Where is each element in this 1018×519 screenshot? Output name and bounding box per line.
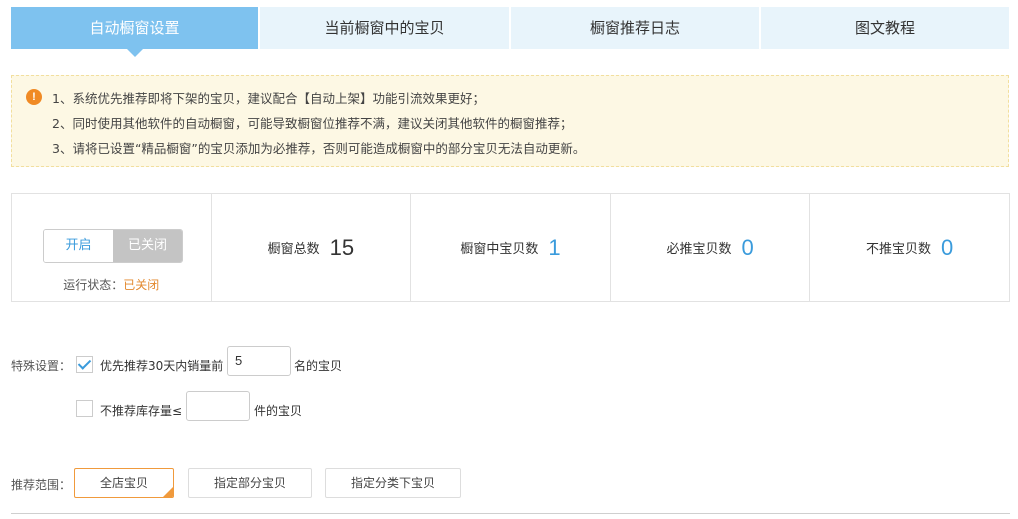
prioritize-sales-suffix: 名的宝贝	[294, 359, 343, 373]
tab-window-log[interactable]: 橱窗推荐日志	[511, 7, 759, 49]
tab-bar: 自动橱窗设置 当前橱窗中的宝贝 橱窗推荐日志 图文教程	[11, 7, 1009, 57]
exclude-low-stock-prefix: 不推荐库存量≤	[100, 404, 183, 418]
on-off-toggle[interactable]: 开启 已关闭	[43, 229, 183, 263]
range-selected-items-button[interactable]: 指定部分宝贝	[188, 468, 312, 498]
status-cell: 开启 已关闭 运行状态：已关闭	[12, 194, 212, 301]
stats-panel: 开启 已关闭 运行状态：已关闭 橱窗总数 15 橱窗中宝贝数 1 必推宝贝数 0…	[11, 193, 1010, 302]
stat-items-in-window: 橱窗中宝贝数 1	[411, 194, 611, 301]
stat-value[interactable]: 0	[941, 235, 953, 261]
tab-current-window-items[interactable]: 当前橱窗中的宝贝	[260, 7, 509, 49]
range-by-category-button[interactable]: 指定分类下宝贝	[325, 468, 461, 498]
top-sales-rank-input[interactable]: 5	[227, 346, 291, 376]
stat-must-recommend: 必推宝贝数 0	[611, 194, 811, 301]
prioritize-sales-prefix: 优先推荐30天内销量前	[100, 359, 224, 373]
recommend-range-label: 推荐范围：	[11, 478, 72, 492]
notice-line-1: 1、系统优先推荐即将下架的宝贝，建议配合【自动上架】功能引流效果更好；	[52, 91, 485, 106]
divider	[11, 513, 1010, 514]
tab-tutorial[interactable]: 图文教程	[761, 7, 1009, 49]
warning-icon: !	[26, 89, 42, 105]
stat-not-recommend: 不推宝贝数 0	[810, 194, 1009, 301]
notice-line-2: 2、同时使用其他软件的自动橱窗，可能导致橱窗位推荐不满，建议关闭其他软件的橱窗推…	[52, 116, 573, 131]
stat-label: 必推宝贝数	[666, 242, 732, 257]
run-status-label: 运行状态：	[63, 278, 124, 292]
toggle-off-button[interactable]: 已关闭	[113, 230, 182, 262]
exclude-low-stock-checkbox[interactable]	[76, 400, 93, 417]
stat-label: 不推宝贝数	[866, 242, 932, 257]
stat-window-total: 橱窗总数 15	[212, 194, 412, 301]
stat-value[interactable]: 0	[741, 235, 753, 261]
notice-line-3: 3、请将已设置“精品橱窗”的宝贝添加为必推荐，否则可能造成橱窗中的部分宝贝无法自…	[52, 141, 586, 156]
stock-threshold-input[interactable]	[186, 391, 250, 421]
stat-label: 橱窗总数	[267, 242, 320, 257]
toggle-on-button[interactable]: 开启	[44, 230, 113, 262]
special-settings-label: 特殊设置：	[11, 359, 72, 373]
prioritize-sales-checkbox[interactable]	[76, 356, 93, 373]
run-status: 运行状态：已关闭	[12, 276, 211, 293]
run-status-value: 已关闭	[123, 278, 160, 292]
exclude-low-stock-suffix: 件的宝贝	[254, 404, 303, 418]
range-all-items-button[interactable]: 全店宝贝	[74, 468, 174, 498]
stat-value: 15	[329, 234, 355, 260]
notice-box: ! 1、系统优先推荐即将下架的宝贝，建议配合【自动上架】功能引流效果更好； 2、…	[11, 75, 1009, 167]
stat-label: 橱窗中宝贝数	[460, 242, 539, 257]
tab-auto-window-settings[interactable]: 自动橱窗设置	[11, 7, 258, 57]
stat-value[interactable]: 1	[548, 235, 560, 261]
